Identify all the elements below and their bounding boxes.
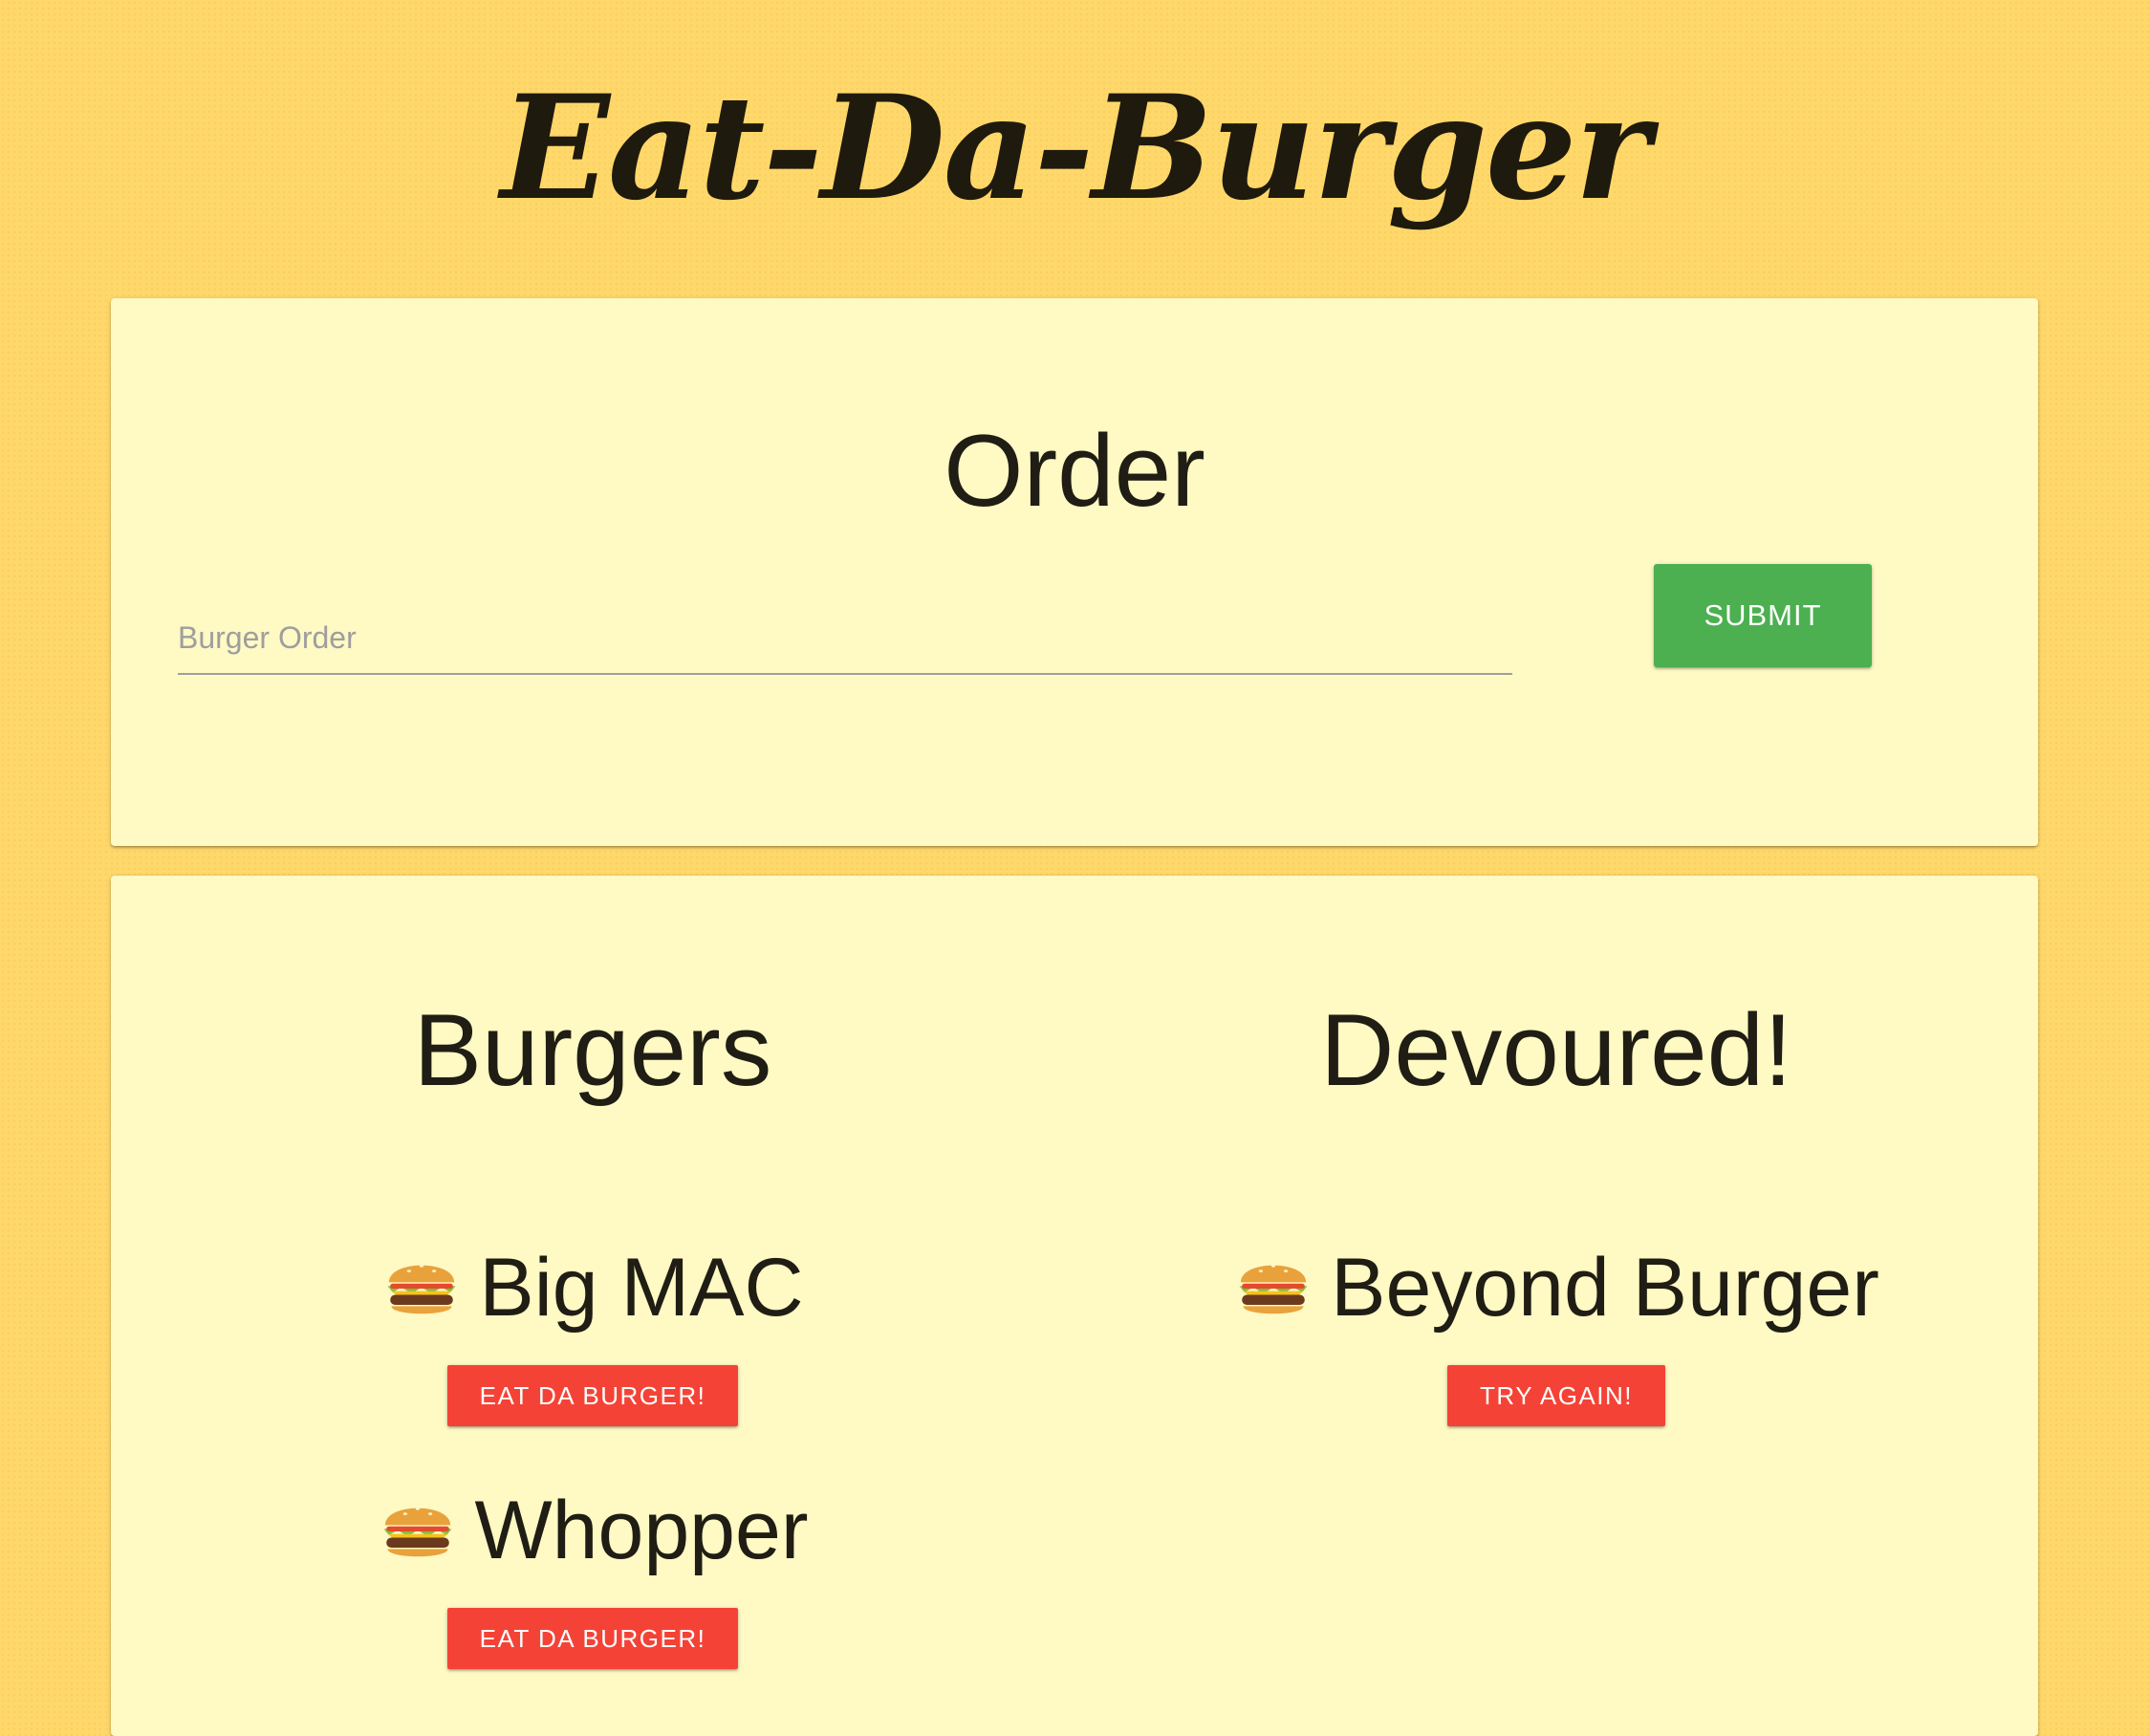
burgers-column: Burgers Big MAC EAT DA BURGER! Whopper E… xyxy=(111,876,1074,1736)
devoured-name: Beyond Burger xyxy=(1331,1242,1879,1334)
burgers-heading: Burgers xyxy=(413,992,772,1107)
devoured-item-name-row: Beyond Burger xyxy=(1074,1235,2038,1340)
devoured-heading: Devoured! xyxy=(1320,992,1792,1107)
app-title: Eat-Da-Burger xyxy=(500,64,1651,232)
burger-item-name-row: Big MAC xyxy=(111,1235,1074,1340)
order-heading: Order xyxy=(944,413,1205,528)
burger-icon xyxy=(383,1508,451,1557)
try-again-button[interactable]: TRY AGAIN! xyxy=(1447,1365,1665,1426)
burger-item-name-row: Whopper xyxy=(111,1478,1074,1583)
devoured-column: Devoured! Beyond Burger TRY AGAIN! xyxy=(1074,876,2038,1736)
burger-item: Whopper EAT DA BURGER! xyxy=(111,1478,1074,1669)
burger-order-input[interactable] xyxy=(178,604,1512,671)
submit-button[interactable]: SUBMIT xyxy=(1654,564,1872,667)
burger-name: Whopper xyxy=(474,1485,809,1576)
eat-burger-button[interactable]: EAT DA BURGER! xyxy=(446,1608,739,1669)
order-input-wrapper xyxy=(178,604,1512,675)
burger-name: Big MAC xyxy=(479,1242,804,1334)
burger-icon xyxy=(1239,1265,1308,1314)
order-card: Order SUBMIT xyxy=(111,298,2038,846)
burger-icon xyxy=(387,1265,456,1314)
burger-lists-card: Burgers Big MAC EAT DA BURGER! Whopper E… xyxy=(111,876,2038,1736)
devoured-item: Beyond Burger TRY AGAIN! xyxy=(1074,1235,2038,1426)
burger-item: Big MAC EAT DA BURGER! xyxy=(111,1235,1074,1426)
eat-burger-button[interactable]: EAT DA BURGER! xyxy=(446,1365,739,1426)
